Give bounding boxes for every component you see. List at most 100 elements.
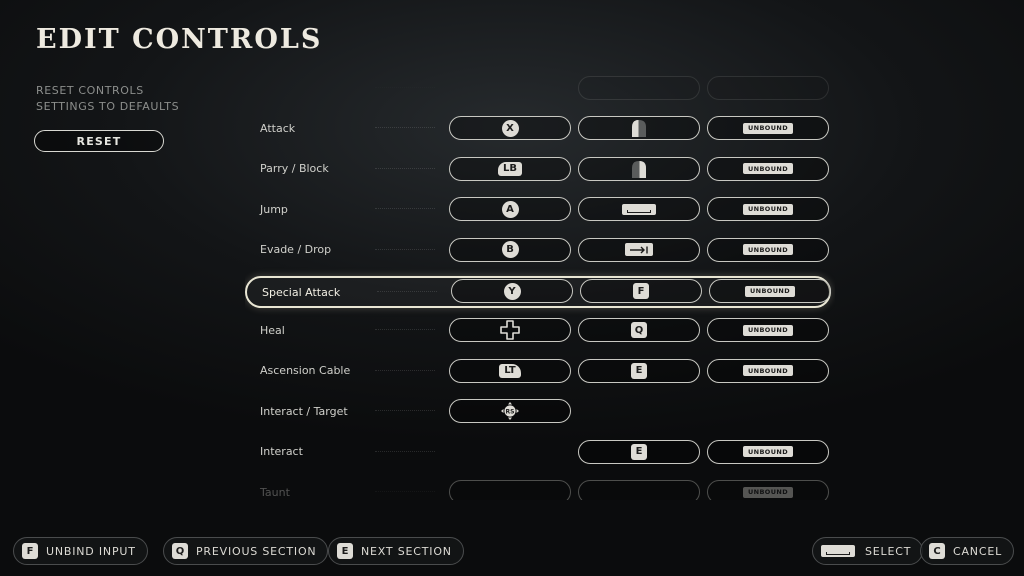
secondary-key-binding-slot[interactable]: UNBOUND xyxy=(707,116,829,141)
primary-key-binding-slot[interactable] xyxy=(578,480,700,500)
secondary-key-binding-slot[interactable]: UNBOUND xyxy=(707,197,829,222)
secondary-key-binding-slot[interactable] xyxy=(707,76,829,100)
control-row[interactable]: Attack X UNBOUND xyxy=(245,114,831,146)
unbound-badge: UNBOUND xyxy=(742,122,794,134)
primary-key-binding-slot[interactable] xyxy=(578,156,700,181)
previous-section-button[interactable]: Q PREVIOUS SECTION xyxy=(163,537,329,565)
button-a-icon: A xyxy=(501,200,519,218)
secondary-key-binding-slot[interactable]: UNBOUND xyxy=(707,318,829,343)
unbound-badge: UNBOUND xyxy=(742,244,794,256)
primary-key-binding-slot[interactable] xyxy=(578,76,700,100)
select-button[interactable]: SELECT xyxy=(812,537,924,565)
button-b-icon: B xyxy=(501,241,519,259)
controller-binding-slot[interactable]: A xyxy=(449,197,571,222)
reset-description-line: RESET CONTROLS xyxy=(36,84,144,97)
controller-binding-slot[interactable] xyxy=(449,318,571,343)
c-key-icon: C xyxy=(929,543,945,559)
row-divider xyxy=(375,369,435,371)
controller-binding-slot[interactable]: X xyxy=(449,116,571,141)
primary-key-binding-slot[interactable]: Q xyxy=(578,318,700,343)
control-label: Jump xyxy=(260,202,288,216)
e-key-icon: E xyxy=(631,443,647,460)
unbind-input-label: UNBIND INPUT xyxy=(46,544,136,558)
controller-binding-slot[interactable]: B xyxy=(449,237,571,262)
control-label: Ascension Cable xyxy=(260,364,351,378)
row-divider xyxy=(375,87,435,88)
spacebar-key-icon xyxy=(622,203,656,215)
primary-key-binding-slot[interactable]: E xyxy=(578,358,700,383)
button-y-icon: Y xyxy=(503,282,521,300)
control-row[interactable]: Parry / Block LB UNBOUND xyxy=(245,155,831,187)
control-row[interactable] xyxy=(245,74,831,106)
dpad-icon xyxy=(500,320,520,341)
e-key-icon: E xyxy=(631,362,647,379)
left-trigger-icon: LT xyxy=(499,363,521,378)
control-row[interactable]: Evade / Drop B UNBOUND xyxy=(245,236,831,268)
f-key-icon: F xyxy=(22,543,38,559)
control-row[interactable]: Interact / Target RS xyxy=(245,397,831,429)
primary-key-binding-slot[interactable] xyxy=(578,116,700,141)
reset-description-line: SETTINGS TO DEFAULTS xyxy=(36,100,180,113)
secondary-key-binding-slot[interactable]: UNBOUND xyxy=(709,279,831,303)
next-section-button[interactable]: E NEXT SECTION xyxy=(328,537,464,565)
mouse-right-click-icon xyxy=(632,160,646,178)
primary-key-binding-slot[interactable] xyxy=(578,237,700,262)
row-divider xyxy=(375,248,435,250)
unbound-badge: UNBOUND xyxy=(742,446,794,458)
unbind-input-button[interactable]: F UNBIND INPUT xyxy=(13,537,148,565)
e-key-icon: E xyxy=(337,543,353,559)
spacebar-key-icon xyxy=(821,545,855,557)
control-label: Taunt xyxy=(260,485,290,499)
mouse-left-click-icon xyxy=(632,120,646,138)
control-label: Parry / Block xyxy=(260,162,329,176)
row-divider xyxy=(375,491,435,492)
control-row[interactable]: Ascension Cable LT E UNBOUND xyxy=(245,357,831,389)
controller-binding-slot[interactable]: LT xyxy=(449,358,571,383)
unbound-badge: UNBOUND xyxy=(742,486,794,498)
control-row[interactable]: Taunt UNBOUND xyxy=(245,478,831,500)
stick-label: RS xyxy=(506,408,515,415)
unbound-badge: UNBOUND xyxy=(742,365,794,377)
control-label: Interact / Target xyxy=(260,404,348,418)
primary-key-binding-slot[interactable]: F xyxy=(580,279,702,303)
row-divider xyxy=(377,291,437,292)
next-section-label: NEXT SECTION xyxy=(361,544,452,558)
unbound-badge: UNBOUND xyxy=(742,163,794,175)
primary-key-binding-slot[interactable]: E xyxy=(578,439,700,464)
reset-description: RESET CONTROLS SETTINGS TO DEFAULTS xyxy=(36,83,179,115)
row-divider xyxy=(375,410,435,412)
secondary-key-binding-slot[interactable]: UNBOUND xyxy=(707,480,829,500)
controller-binding-slot[interactable] xyxy=(449,480,571,500)
reset-button[interactable]: RESET xyxy=(34,130,164,152)
cancel-button[interactable]: C CANCEL xyxy=(920,537,1014,565)
cancel-label: CANCEL xyxy=(953,544,1002,558)
controls-list: Attack X UNBOUND Parry / Block LB UNBOUND Jump… xyxy=(245,70,835,500)
stick-shape: RS xyxy=(501,402,519,421)
previous-section-label: PREVIOUS SECTION xyxy=(196,544,317,558)
secondary-key-binding-slot[interactable]: UNBOUND xyxy=(707,439,829,464)
tab-arrow-icon xyxy=(630,246,648,254)
control-row[interactable]: Interact E UNBOUND xyxy=(245,438,831,470)
controller-binding-slot[interactable]: Y xyxy=(451,279,573,303)
row-divider xyxy=(375,208,435,210)
unbound-badge: UNBOUND xyxy=(744,285,796,297)
secondary-key-binding-slot[interactable]: UNBOUND xyxy=(707,237,829,262)
left-bumper-icon: LB xyxy=(498,161,522,176)
control-label: Evade / Drop xyxy=(260,243,332,257)
secondary-key-binding-slot[interactable]: UNBOUND xyxy=(707,156,829,181)
secondary-key-binding-slot[interactable]: UNBOUND xyxy=(707,358,829,383)
controller-binding-slot[interactable]: LB xyxy=(449,156,571,181)
q-key-icon: Q xyxy=(172,543,188,559)
right-stick-icon: RS xyxy=(501,402,519,421)
page-title: EDIT CONTROLS xyxy=(36,24,323,55)
control-row[interactable]: Heal Q UNBOUND xyxy=(245,316,831,348)
unbound-badge: UNBOUND xyxy=(742,324,794,336)
control-row-selected[interactable]: Special Attack Y F UNBOUND xyxy=(245,276,831,308)
f-key-icon: F xyxy=(633,283,649,299)
q-key-icon: Q xyxy=(631,322,647,339)
controller-binding-slot[interactable]: RS xyxy=(449,399,571,424)
control-row[interactable]: Jump A UNBOUND xyxy=(245,195,831,227)
tab-key-icon xyxy=(625,243,653,257)
button-x-icon: X xyxy=(501,119,519,137)
primary-key-binding-slot[interactable] xyxy=(578,197,700,222)
